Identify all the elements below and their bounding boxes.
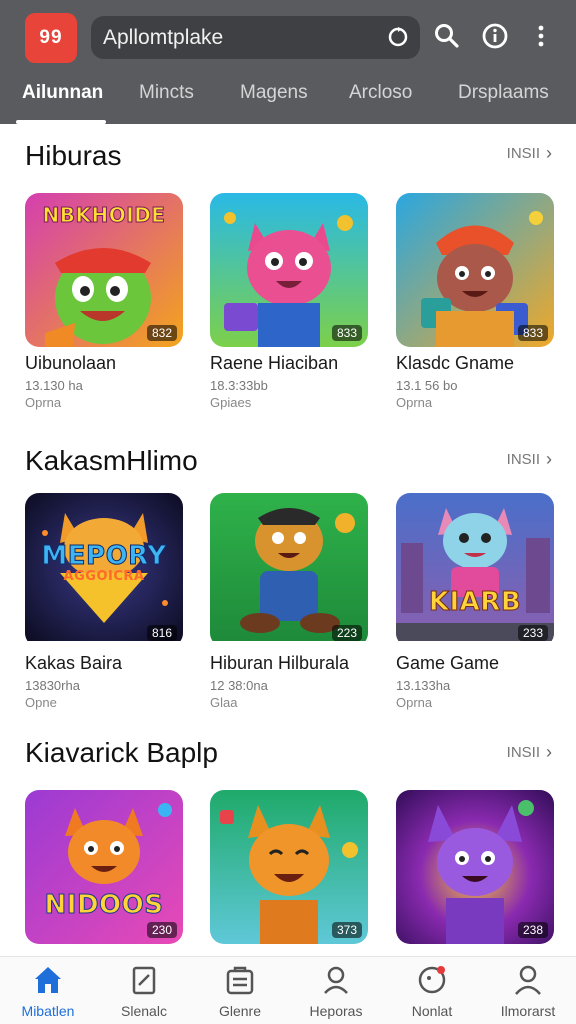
thumbnail-banner: NIDOOS xyxy=(44,890,164,921)
thumbnail-banner: MEPORY xyxy=(41,541,167,572)
thumbnail-banner: NBKHOIDE xyxy=(42,203,166,228)
game-thumbnail: KIARB 233 xyxy=(396,493,554,647)
chevron-right-icon: › xyxy=(546,449,552,469)
game-card[interactable]: MEPORY AGGOICRA 816 Kakas Baira 13830rha… xyxy=(25,493,185,710)
see-more-link[interactable]: INSII › xyxy=(507,742,552,763)
game-sub: Opne xyxy=(25,695,57,710)
nav-item-profile[interactable]: Ilmorarst xyxy=(480,963,576,1019)
nav-item-home[interactable]: Mibatlen xyxy=(0,963,96,1019)
game-title: Hiburan Hilburala xyxy=(210,653,350,673)
search-text: Apllomtplake xyxy=(103,25,224,49)
nav-label: Nonlat xyxy=(411,1003,453,1019)
game-thumbnail: MEPORY AGGOICRA 816 xyxy=(25,493,183,647)
home-icon xyxy=(35,967,61,993)
rating-badge: 230 xyxy=(146,922,177,938)
game-card[interactable]: KIARB 233 Game Game 13.133ha Oprna xyxy=(396,493,556,710)
nav-label: Heporas xyxy=(309,1003,363,1019)
game-card[interactable]: 223 Hiburan Hilburala 12 38:0na Glaa xyxy=(210,493,370,710)
nav-item-notifications[interactable]: Nonlat xyxy=(384,963,480,1019)
section-title: Kiavarick Baplp xyxy=(25,737,218,768)
game-meta: 13.133ha xyxy=(396,678,451,693)
game-thumbnail: 223 xyxy=(210,493,368,647)
game-sub: Oprna xyxy=(25,395,62,410)
search-icon[interactable] xyxy=(433,22,461,50)
search-icon xyxy=(324,966,348,994)
chevron-right-icon: › xyxy=(546,742,552,762)
game-title: Raene Hiaciban xyxy=(210,353,339,373)
nav-label: Slenalc xyxy=(121,1003,167,1019)
nav-label: Glenre xyxy=(218,1003,262,1019)
rating-badge: 238 xyxy=(517,922,548,938)
game-card[interactable]: NBKHOIDE 832 Uibunolaan 13.130 ha Oprna xyxy=(25,193,185,410)
game-sub: Oprna xyxy=(396,695,433,710)
game-title: Uibunolaan xyxy=(25,353,117,373)
rating-badge: 832 xyxy=(146,325,177,341)
search-bar[interactable]: Apllomtplake xyxy=(91,16,420,59)
see-more-link[interactable]: INSII › xyxy=(507,449,552,470)
info-icon[interactable] xyxy=(481,22,509,50)
game-card[interactable]: 238 xyxy=(396,790,556,944)
thumbnail-subbanner: AGGOICRA xyxy=(63,569,145,584)
game-card[interactable]: 373 xyxy=(210,790,370,944)
game-thumbnail: 373 xyxy=(210,790,368,944)
nav-label: Ilmorarst xyxy=(500,1003,556,1019)
notification-icon xyxy=(418,966,446,994)
see-more-label: INSII xyxy=(506,451,540,468)
rating-badge: 233 xyxy=(517,625,548,641)
tab-mincts[interactable]: Mincts xyxy=(139,82,194,104)
tab-magens[interactable]: Magens xyxy=(240,82,308,104)
nav-item-apps[interactable]: Slenalc xyxy=(96,963,192,1019)
section-title: Hiburas xyxy=(25,140,122,171)
rating-badge: 833 xyxy=(517,325,548,341)
store-icon xyxy=(226,966,254,995)
app-logo[interactable]: 99 xyxy=(25,13,77,63)
refresh-icon[interactable] xyxy=(386,25,410,49)
tab-ailunnan[interactable]: Ailunnan xyxy=(22,82,103,104)
more-vert-icon[interactable] xyxy=(527,22,555,50)
game-meta: 18.3:33bb xyxy=(210,378,268,393)
game-thumbnail: NIDOOS 230 xyxy=(25,790,183,944)
tab-arcloso[interactable]: Arcloso xyxy=(349,82,412,104)
game-card[interactable]: NIDOOS 230 xyxy=(25,790,185,944)
see-more-link[interactable]: INSII › xyxy=(507,143,552,164)
nav-label: Mibatlen xyxy=(21,1003,75,1019)
game-meta: 13.1 56 bo xyxy=(396,378,458,393)
game-card[interactable]: 833 Raene Hiaciban 18.3:33bb Gpiaes xyxy=(210,193,370,410)
game-meta: 12 38:0na xyxy=(210,678,268,693)
chevron-right-icon: › xyxy=(546,143,552,163)
section-title: KakasmHlimo xyxy=(25,445,198,476)
game-title: Kakas Baira xyxy=(25,653,123,673)
game-thumbnail: 833 xyxy=(396,193,554,347)
app-header: 99 Apllomtplake Ailunnan Mincts Magens A… xyxy=(0,0,576,124)
nav-item-search[interactable]: Heporas xyxy=(288,963,384,1019)
game-thumbnail: NBKHOIDE 832 xyxy=(25,193,183,347)
game-sub: Gpiaes xyxy=(210,395,252,410)
tab-drsplaams[interactable]: Drsplaams xyxy=(458,82,549,104)
game-meta: 13830rha xyxy=(25,678,80,693)
game-thumbnail: 238 xyxy=(396,790,554,944)
apps-icon xyxy=(132,966,156,995)
game-sub: Glaa xyxy=(210,695,238,710)
nav-item-store[interactable]: Glenre xyxy=(192,963,288,1019)
game-sub: Oprna xyxy=(396,395,433,410)
rating-badge: 833 xyxy=(331,325,362,341)
game-thumbnail: 833 xyxy=(210,193,368,347)
profile-icon xyxy=(515,965,541,995)
thumbnail-banner: KIARB xyxy=(428,587,522,618)
rating-badge: 223 xyxy=(331,625,362,641)
category-tabs: Ailunnan Mincts Magens Arcloso Drsplaams xyxy=(0,74,576,124)
see-more-label: INSII xyxy=(506,145,540,162)
rating-badge: 816 xyxy=(146,625,177,641)
rating-badge: 373 xyxy=(331,922,362,938)
game-meta: 13.130 ha xyxy=(25,378,83,393)
game-card[interactable]: 833 Klasdc Gname 13.1 56 bo Oprna xyxy=(396,193,556,410)
see-more-label: INSII xyxy=(506,744,540,761)
bottom-navigation: Mibatlen Slenalc Glenre Heporas Nonlat I… xyxy=(0,956,576,1024)
active-tab-indicator xyxy=(16,120,106,124)
game-title: Klasdc Gname xyxy=(396,353,515,373)
game-title: Game Game xyxy=(396,653,500,673)
